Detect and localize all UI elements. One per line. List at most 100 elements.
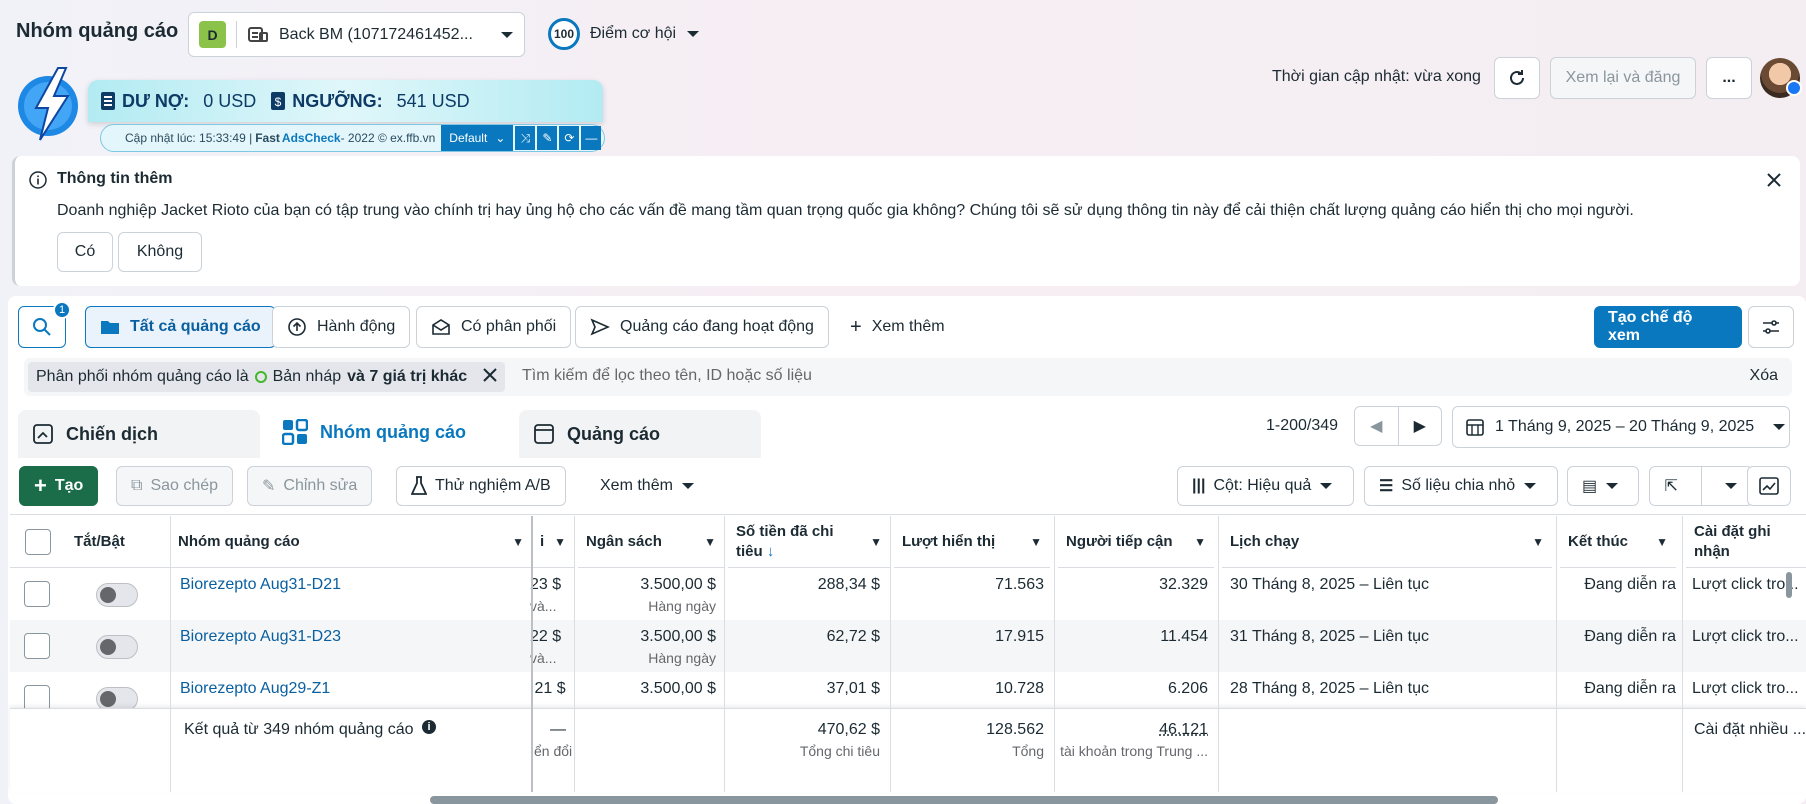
no-button[interactable]: Không xyxy=(118,232,202,272)
row-toggle[interactable] xyxy=(96,635,138,659)
attribution-header[interactable]: Cài đặt ghi nhận xyxy=(1686,516,1806,568)
vertical-scrollbar[interactable] xyxy=(1786,572,1792,598)
all-ads-filter[interactable]: Tất cả quảng cáo xyxy=(85,306,276,348)
create-view-button[interactable]: Tạo chế độ xem xyxy=(1594,306,1742,348)
yes-button[interactable]: Có xyxy=(57,232,113,272)
next-page-icon[interactable]: ▶ xyxy=(1399,416,1442,436)
ad-icon xyxy=(533,423,555,445)
threshold-value: 541 USD xyxy=(396,90,470,111)
see-more-filter[interactable]: + Xem thêm xyxy=(836,306,959,348)
name-header[interactable]: Nhóm quảng cáo ▼ xyxy=(170,516,532,568)
preset-select[interactable]: Default ⌄ xyxy=(441,125,514,151)
actions-filter[interactable]: Hành động xyxy=(272,306,411,348)
export-button-group[interactable]: ⇱ xyxy=(1649,466,1753,506)
shuffle-button[interactable]: ⤨ xyxy=(515,126,536,150)
sliders-icon xyxy=(1761,319,1781,335)
sync-button[interactable]: ⟳ xyxy=(559,126,580,150)
caret-down-icon xyxy=(1772,422,1786,432)
row-checkbox[interactable] xyxy=(24,685,50,708)
review-publish-button[interactable]: Xem lại và đăng xyxy=(1550,57,1696,99)
view-settings-button[interactable] xyxy=(1748,306,1794,348)
threshold-label: NGƯỠNG: xyxy=(292,90,383,111)
export-icon[interactable]: ⇱ xyxy=(1650,476,1693,496)
row-toggle[interactable] xyxy=(96,687,138,708)
row-impressions: 17.915 xyxy=(995,628,1044,645)
end-header[interactable]: Kết thúc ▼ xyxy=(1560,516,1676,568)
row-partial: ,21 $ xyxy=(530,680,566,697)
row-checkbox[interactable] xyxy=(24,581,50,607)
table-row[interactable]: Biorezepto Aug31-D21 23 $ và... 3.500,00… xyxy=(10,568,1806,620)
partial-header[interactable]: i ▼ xyxy=(532,516,574,568)
sort-menu-icon: ▼ xyxy=(554,534,566,549)
table-row[interactable]: Biorezepto Aug29-Z1 ,21 $ 3.500,00 $ 37,… xyxy=(10,672,1806,708)
upload-circle-icon xyxy=(287,317,307,337)
row-budget-sub: Hàng ngày xyxy=(648,598,716,614)
tab-campaign[interactable]: Chiến dịch xyxy=(18,410,260,458)
ab-test-button[interactable]: Thử nghiệm A/B xyxy=(396,466,566,506)
tab-ad[interactable]: Quảng cáo xyxy=(519,410,761,458)
reports-dropdown[interactable]: ▤ xyxy=(1567,466,1639,506)
close-icon[interactable] xyxy=(1766,172,1782,188)
tab-adset[interactable]: Nhóm quảng cáo xyxy=(268,406,510,458)
breakdown-dropdown[interactable]: ☰ Số liệu chia nhỏ xyxy=(1364,466,1558,506)
row-name-link[interactable]: Biorezepto Aug31-D21 xyxy=(180,576,341,594)
create-button[interactable]: + Tạo xyxy=(19,466,99,506)
shuffle-icon: ⤨ xyxy=(520,130,531,145)
row-toggle[interactable] xyxy=(96,583,138,607)
toggle-header[interactable]: Tắt/Bật xyxy=(66,516,170,568)
filter-search-input[interactable]: Tìm kiếm để lọc theo tên, ID hoặc số liệ… xyxy=(522,367,812,385)
edit-button[interactable]: ✎ xyxy=(537,126,558,150)
tab-adset-label: Nhóm quảng cáo xyxy=(320,421,467,442)
active-ads-filter[interactable]: Quảng cáo đang hoạt động xyxy=(575,306,829,348)
attribution-header-label-2: nhận xyxy=(1694,542,1730,560)
delivery-filter[interactable]: Có phân phối xyxy=(416,306,572,348)
account-selector[interactable]: D Back BM (107172461452... xyxy=(188,12,525,57)
info-icon[interactable]: i xyxy=(422,720,436,734)
more-actions-dropdown[interactable]: Xem thêm xyxy=(586,466,709,506)
edit-button[interactable]: ✎ Chỉnh sửa xyxy=(247,466,373,506)
account-initial: D xyxy=(199,21,226,48)
copy-button[interactable]: ⧉ Sao chép xyxy=(116,466,234,506)
prev-page-icon[interactable]: ◀ xyxy=(1355,416,1398,436)
search-button[interactable]: 1 xyxy=(18,301,71,348)
reach-header[interactable]: Người tiếp cận ▼ xyxy=(1058,516,1214,568)
sort-menu-icon: ▼ xyxy=(1194,534,1206,549)
minimize-icon: — xyxy=(585,131,598,145)
row-checkbox[interactable] xyxy=(24,633,50,659)
clear-filters-button[interactable]: Xóa xyxy=(1750,367,1778,385)
pencil-icon: ✎ xyxy=(262,478,276,495)
row-name-link[interactable]: Biorezepto Aug29-Z1 xyxy=(180,680,330,698)
row-budget: 3.500,00 $ xyxy=(640,680,716,697)
remove-filter-icon[interactable] xyxy=(483,367,497,387)
page-title: Nhóm quảng cáo xyxy=(16,20,179,42)
columns-icon: ||| xyxy=(1192,477,1206,494)
schedule-header[interactable]: Lịch chạy ▼ xyxy=(1222,516,1552,568)
budget-header[interactable]: Ngân sách ▼ xyxy=(578,516,724,568)
spent-header-label-1: Số tiền đã chi xyxy=(736,522,834,540)
column-divider xyxy=(170,516,171,792)
filter-chip[interactable]: Phân phối nhóm quảng cáo là Bản nháp và … xyxy=(28,362,506,392)
refresh-button[interactable] xyxy=(1494,57,1540,99)
breakdown-label: Số liệu chia nhỏ xyxy=(1401,477,1516,494)
more-button[interactable]: ... xyxy=(1706,57,1752,99)
select-all-checkbox[interactable] xyxy=(25,528,51,555)
sort-menu-icon: ▼ xyxy=(704,534,716,549)
charts-button[interactable] xyxy=(1747,466,1791,506)
column-divider xyxy=(1556,516,1557,792)
row-budget: 3.500,00 $ xyxy=(640,628,716,645)
reports-icon: ▤ xyxy=(1582,478,1598,495)
minimize-button[interactable]: — xyxy=(581,126,602,150)
dollar-file-icon: $ xyxy=(270,91,286,111)
impressions-header[interactable]: Lượt hiển thị ▼ xyxy=(894,516,1050,568)
active-ads-label: Quảng cáo đang hoạt động xyxy=(620,318,814,335)
table-row[interactable]: Biorezepto Aug31-D23 22 $ và... 3.500,00… xyxy=(10,620,1806,672)
row-name-link[interactable]: Biorezepto Aug31-D23 xyxy=(180,628,341,646)
caret-down-icon[interactable] xyxy=(1710,481,1753,491)
opportunity-score[interactable]: 100 Điểm cơ hội xyxy=(548,18,700,50)
search-badge: 1 xyxy=(53,301,71,319)
horizontal-scrollbar[interactable] xyxy=(430,796,1498,804)
spent-header[interactable]: Số tiền đã chi tiêu ↓ ▼ xyxy=(728,516,890,568)
totals-label: Kết quả từ 349 nhóm quảng cáo xyxy=(184,721,414,738)
columns-dropdown[interactable]: ||| Cột: Hiệu quả xyxy=(1177,466,1354,506)
date-range-picker[interactable]: 1 Tháng 9, 2025 – 20 Tháng 9, 2025 xyxy=(1452,406,1790,448)
